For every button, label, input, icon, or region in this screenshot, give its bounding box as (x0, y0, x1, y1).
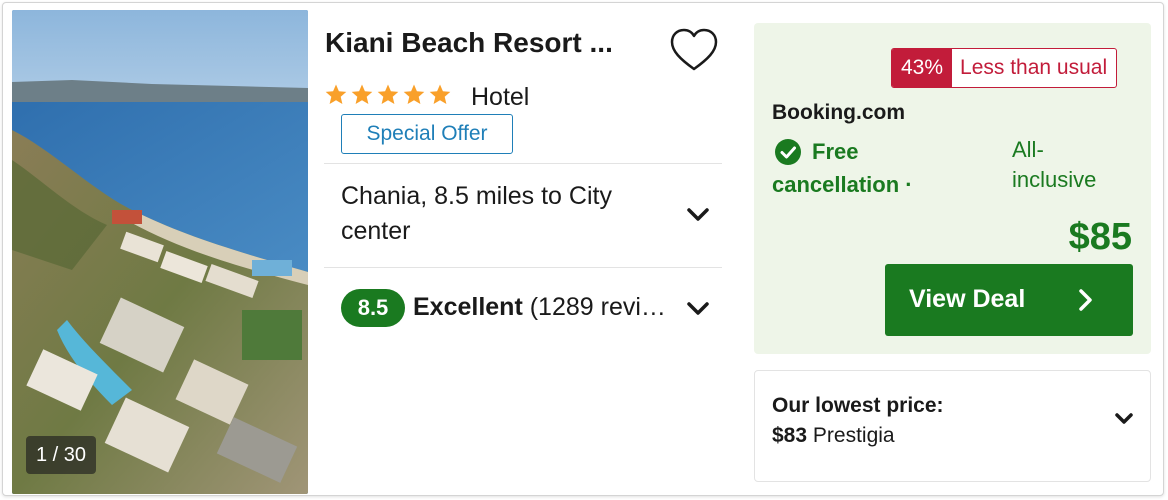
board-type-line2: inclusive (1012, 167, 1097, 192)
view-deal-button[interactable]: View Deal (885, 264, 1133, 336)
star-icon (351, 84, 373, 104)
discount-percent: 43% (892, 49, 953, 87)
star-icon (325, 84, 347, 104)
rating-reviews: (1289 reviews) (529, 293, 677, 321)
hotel-photo[interactable]: 1 / 30 (12, 10, 308, 494)
divider (324, 267, 722, 268)
lowest-price-title: Our lowest price: (772, 394, 944, 417)
chevron-down-icon[interactable] (684, 295, 712, 323)
star-rating (324, 83, 452, 107)
hotel-type: Hotel (471, 83, 530, 111)
deal-provider: Booking.com (772, 101, 906, 124)
lowest-price-provider: Prestigia (812, 424, 895, 447)
chevron-down-icon[interactable] (1110, 405, 1138, 433)
star-icon (429, 84, 451, 104)
lowest-price-line: $83 Prestigia (772, 424, 895, 448)
deal-panel[interactable]: 43% Less than usual Booking.com Free can… (754, 23, 1151, 354)
discount-label: Less than usual (960, 56, 1108, 79)
photo-counter: 1 / 30 (26, 436, 97, 474)
hotel-info: Kiani Beach Resort ... Hotel Special Off… (324, 3, 724, 497)
divider (324, 163, 722, 164)
rating-word: Excellent (413, 293, 523, 321)
view-deal-label: View Deal (909, 285, 1026, 313)
lowest-price-panel[interactable]: Our lowest price: $83 Prestigia (754, 370, 1151, 482)
rating-summary: Excellent (1289 reviews) (413, 293, 677, 322)
free-cancellation-line1: Free (812, 139, 859, 164)
heart-outline-icon[interactable] (668, 25, 720, 77)
star-icon (377, 84, 399, 104)
free-cancellation: Free cancellation · (772, 135, 972, 201)
chevron-right-icon (1079, 289, 1092, 311)
board-type-line1: All- (1012, 137, 1044, 162)
hotel-photo-image (12, 10, 308, 494)
deal-price: $85 (1068, 216, 1132, 258)
rating-score-badge: 8.5 (341, 289, 405, 327)
hotel-name[interactable]: Kiani Beach Resort ... (325, 27, 645, 59)
lowest-price-amount: $83 (772, 424, 808, 447)
special-offer-badge: Special Offer (341, 114, 513, 154)
star-icon (403, 84, 425, 104)
discount-badge: 43% Less than usual (891, 48, 1118, 88)
hotel-result-card: 1 / 30 Kiani Beach Resort ... Hotel Spec… (2, 2, 1164, 496)
free-cancellation-line2: cancellation · (772, 172, 913, 197)
board-type: All- inclusive (1012, 135, 1132, 195)
hotel-location: Chania, 8.5 miles to City center (341, 182, 612, 245)
chevron-down-icon[interactable] (684, 201, 712, 229)
